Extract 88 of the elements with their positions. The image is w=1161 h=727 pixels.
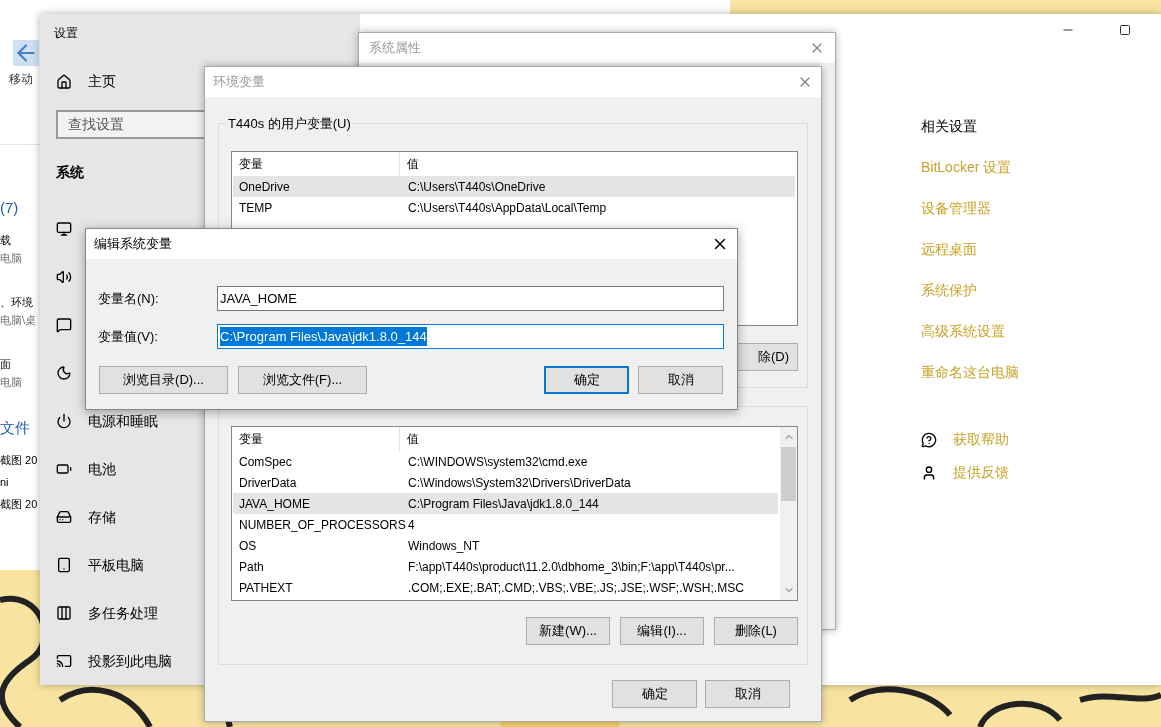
nav-item[interactable]: 投影到此电脑 <box>88 650 172 672</box>
file-location: 电脑 <box>0 375 22 390</box>
variable-name: PATHEXT <box>238 579 294 597</box>
dialog-button[interactable]: 浏览目录(D)... <box>99 366 228 394</box>
variable-row[interactable]: NUMBER_OF_PROCESSORS 4 <box>233 514 778 535</box>
columns-icon <box>56 605 72 621</box>
dialog-button[interactable]: 确定 <box>612 680 697 708</box>
window-title: 设置 <box>54 25 78 42</box>
nav-item[interactable]: 电池 <box>88 458 116 480</box>
speaker-icon <box>56 269 72 285</box>
variable-name: ComSpec <box>238 453 293 471</box>
window-title: 环境变量 <box>213 73 265 92</box>
scroll-thumb[interactable] <box>781 447 796 501</box>
file-name: 载 <box>0 233 11 248</box>
group-label: T440s 的用户变量(U) <box>226 114 353 134</box>
tablet-icon <box>56 557 72 573</box>
variable-row[interactable]: OneDrive C:\Users\T440s\OneDrive <box>233 176 795 197</box>
file-name: ni <box>0 475 9 490</box>
window-title: 系统属性 <box>369 39 421 58</box>
variable-name: DriverData <box>238 474 298 492</box>
column-header[interactable]: 变量 <box>232 427 400 451</box>
variable-value: Windows_NT <box>407 537 481 555</box>
power-icon <box>56 413 72 429</box>
field-label: 变量名(N): <box>97 289 160 308</box>
nav-item[interactable]: 主页 <box>40 64 116 100</box>
drive-icon <box>56 509 72 525</box>
variable-name: TEMP <box>238 199 274 217</box>
dialog-button[interactable]: 删除(L) <box>714 617 798 645</box>
battery-icon <box>56 461 72 477</box>
dialog-button[interactable]: 浏览文件(F)... <box>238 366 367 394</box>
input-field[interactable]: JAVA_HOME <box>217 286 724 311</box>
variable-row[interactable]: OS Windows_NT <box>233 535 778 556</box>
file-name: 、环境 <box>0 295 33 310</box>
variable-value: C:\Windows\System32\Drivers\DriverData <box>407 474 632 492</box>
dialog-button[interactable]: 取消 <box>638 366 723 394</box>
variable-value: F:\app\T440s\product\11.2.0\dbhome_3\bin;F:\app\T440s\pr... <box>407 558 736 576</box>
input-field[interactable]: C:\Program Files\Java\jdk1.8.0_144 <box>217 324 724 349</box>
file-name: 面 <box>0 357 11 372</box>
cast-icon <box>56 653 72 669</box>
person-icon <box>921 464 937 481</box>
related-heading: 相关设置 <box>921 117 978 136</box>
variable-value: 4 <box>407 516 416 534</box>
file-location: 电脑\桌 <box>0 313 37 328</box>
move-icon <box>13 40 39 66</box>
variable-value: C:\WINDOWS\system32\cmd.exe <box>407 453 589 471</box>
variable-row[interactable]: PATHEXT .COM;.EXE;.BAT;.CMD;.VBS;.VBE;.JS;.JSE;.WSF;.WSH;.MSC <box>233 577 778 598</box>
moon-icon <box>56 365 72 381</box>
dialog-button[interactable]: 取消 <box>705 680 790 708</box>
dialog-button[interactable]: 新建(W)... <box>526 617 610 645</box>
group-heading: (7) <box>0 199 19 217</box>
column-header[interactable]: 值 <box>400 152 797 176</box>
variable-value: C:\Program Files\Java\jdk1.8.0_144 <box>407 495 600 513</box>
variable-row[interactable]: TEMP C:\Users\T440s\AppData\Local\Temp <box>233 197 795 218</box>
variable-row[interactable]: ComSpec C:\WINDOWS\system32\cmd.exe <box>233 451 778 472</box>
nav-item[interactable]: 电源和睡眠 <box>88 410 158 432</box>
variable-name: OneDrive <box>238 178 291 196</box>
file-name: 截图 20 <box>0 453 38 468</box>
home-icon <box>56 73 72 90</box>
window-title: 编辑系统变量 <box>94 235 172 254</box>
scrollbar[interactable] <box>780 427 797 600</box>
field-label: 变量值(V): <box>97 327 159 346</box>
variable-name: Path <box>238 558 265 576</box>
nav-item[interactable]: 平板电脑 <box>88 554 144 576</box>
nav-item[interactable]: 多任务处理 <box>88 602 158 624</box>
message-icon <box>56 317 72 333</box>
variable-row[interactable]: JAVA_HOME C:\Program Files\Java\jdk1.8.0_144 <box>233 493 778 514</box>
search-field[interactable]: 查找设置 <box>56 110 204 139</box>
group-heading: 文件 <box>0 419 30 437</box>
nav-item[interactable]: 存储 <box>88 506 116 528</box>
variable-value: C:\Users\T440s\OneDrive <box>407 178 547 196</box>
variable-row[interactable]: Path F:\app\T440s\product\11.2.0\dbhome_3\bin;F:\app\T440s\pr... <box>233 556 778 577</box>
column-header[interactable]: 值 <box>400 427 780 451</box>
dialog-button[interactable]: 确定 <box>544 366 629 394</box>
variable-value: .COM;.EXE;.BAT;.CMD;.VBS;.VBE;.JS;.JSE;.WSF;.WSH;.MSC <box>407 579 745 597</box>
variable-row[interactable]: DriverData C:\Windows\System32\Drivers\DriverData <box>233 472 778 493</box>
maximize-icon <box>1119 24 1131 36</box>
file-location: 电脑 <box>0 251 22 266</box>
help-icon <box>921 431 937 448</box>
field-value: JAVA_HOME <box>220 289 297 308</box>
monitor-icon <box>56 221 72 237</box>
variable-name: JAVA_HOME <box>238 495 311 513</box>
variable-value: C:\Users\T440s\AppData\Local\Temp <box>407 199 608 217</box>
variable-name: OS <box>238 537 258 555</box>
ribbon-button[interactable]: 移动 <box>9 70 33 88</box>
section-heading: 系统 <box>56 163 84 182</box>
file-name: 截图 20 <box>0 497 38 512</box>
field-value: C:\Program Files\Java\jdk1.8.0_144 <box>220 326 427 347</box>
dialog-button[interactable]: 编辑(I)... <box>620 617 704 645</box>
